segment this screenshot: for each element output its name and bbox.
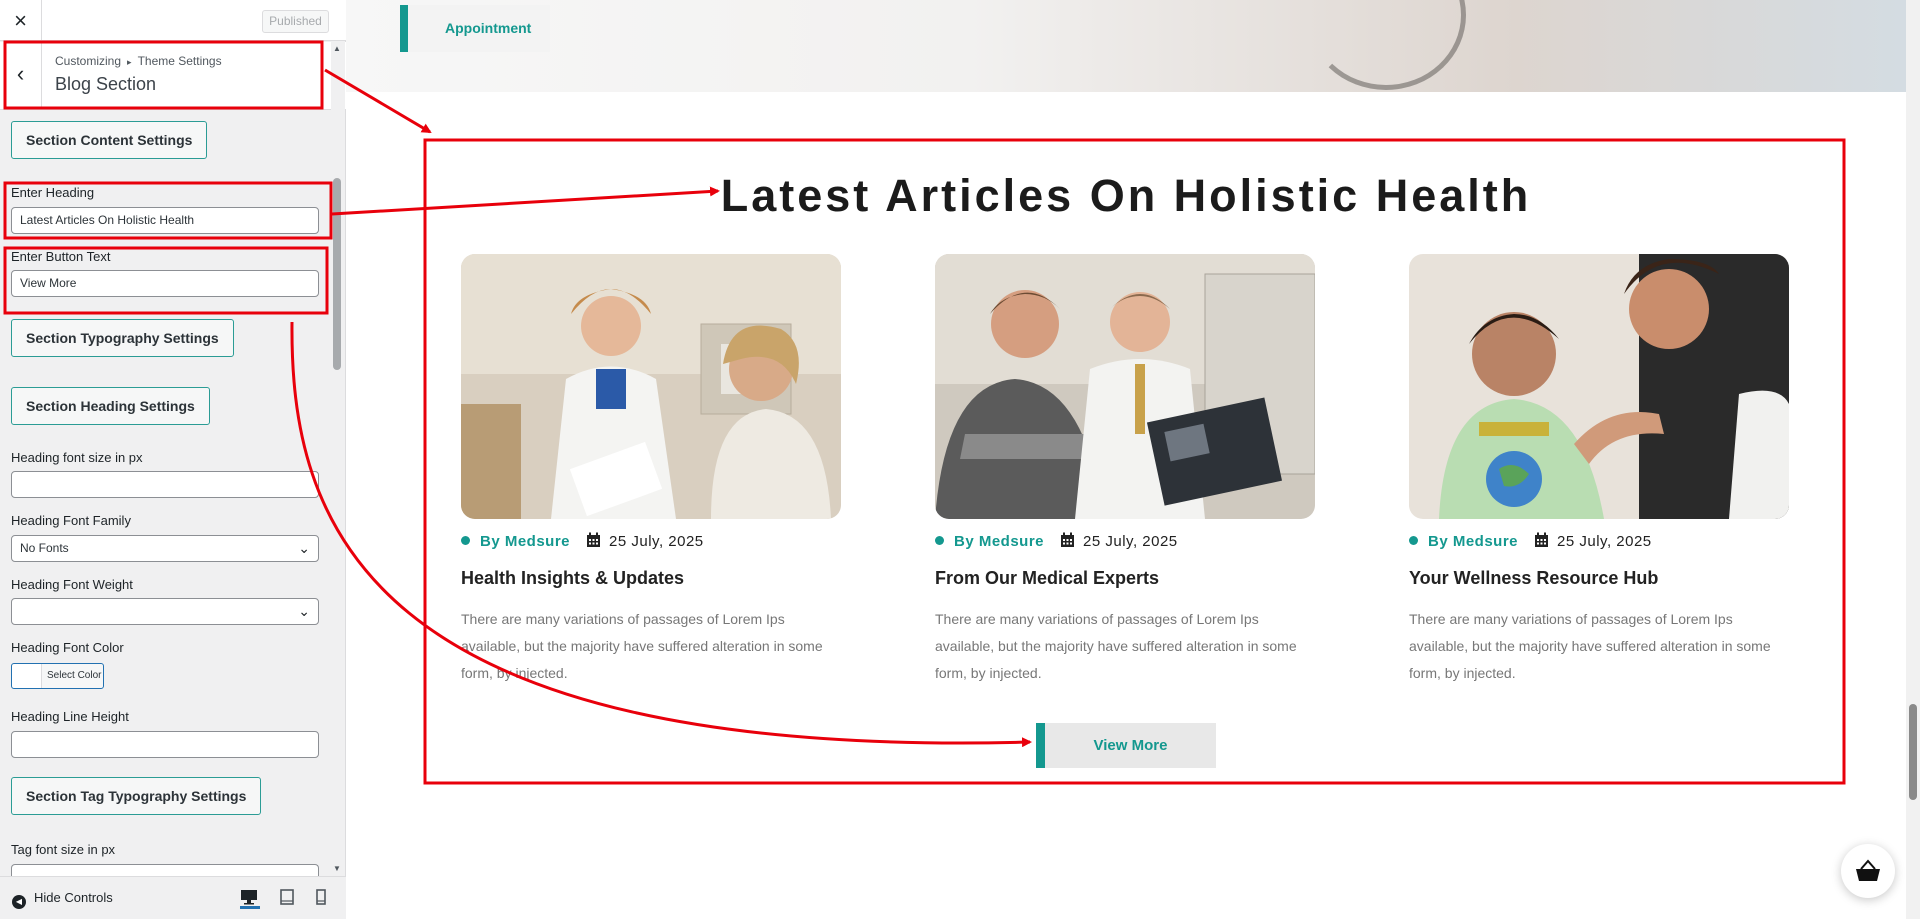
collapse-icon: ◀ [12,895,26,909]
breadcrumb: Customizing ▸ Theme Settings [55,54,222,68]
mobile-preview-icon[interactable] [315,889,335,909]
heading-font-family-value: No Fonts [20,541,69,555]
select-color-label: Select Color [47,670,102,681]
heading-line-height-input[interactable] [11,731,319,758]
heading-font-weight-label: Heading Font Weight [11,577,133,592]
calendar-icon [1534,532,1549,552]
chevron-down-icon: ⌄ [298,603,310,619]
author-dot [1409,536,1418,545]
tag-font-size-label: Tag font size in px [11,842,116,857]
scroll-up-icon[interactable]: ▲ [333,44,341,53]
customizer-sidebar: × Published ‹ Customizing ▸ Theme Settings… [0,0,346,919]
blog-card-author[interactable]: By Medsure [1428,533,1518,550]
blog-card-title[interactable]: Your Wellness Resource Hub [1409,568,1658,589]
blog-card-author[interactable]: By Medsure [480,533,570,550]
view-more-button[interactable]: View More [1036,723,1216,768]
hide-controls-button[interactable]: ◀ Hide Controls [12,890,113,909]
customizer-footer: ◀ Hide Controls [0,876,346,919]
sidebar-scrollbar[interactable] [331,42,345,876]
close-icon[interactable]: × [0,0,42,41]
blog-card-meta: By Medsure 25 July, 2025 [461,532,704,552]
blog-card-excerpt: There are many variations of passages of… [1409,611,1771,681]
button-text-input[interactable]: View More [11,270,319,297]
blog-card-date: 25 July, 2025 [609,533,704,550]
heading-label: Enter Heading [11,185,95,200]
heading-input[interactable]: Latest Articles On Holistic Health [11,207,319,234]
blog-section-heading: Latest Articles On Holistic Health [720,170,1532,221]
preview-scroll-thumb[interactable] [1909,704,1917,800]
section-heading-settings-button[interactable]: Section Heading Settings [11,387,210,425]
hero-image-strip: Appointment [346,0,1906,92]
section-typography-settings-button[interactable]: Section Typography Settings [11,319,234,357]
breadcrumb-separator: ▸ [127,57,132,67]
heading-line-height-label: Heading Line Height [11,709,129,724]
appointment-button[interactable]: Appointment [400,5,550,52]
blog-card-image[interactable] [935,254,1315,519]
select-color-button[interactable]: Select Color [11,663,104,689]
blog-card-image[interactable] [461,254,841,519]
scroll-down-icon[interactable]: ▼ [333,864,341,873]
tag-font-size-input[interactable] [11,864,319,876]
button-text-label: Enter Button Text [11,249,111,264]
blog-card-image[interactable] [1409,254,1789,519]
heading-font-family-select[interactable]: No Fonts ⌄ [11,535,319,562]
blog-card[interactable]: By Medsure 25 July, 2025 Health Insights … [461,254,841,681]
calendar-icon [586,532,601,552]
heading-font-weight-select[interactable]: ⌄ [11,598,319,625]
heading-font-color-label: Heading Font Color [11,640,124,655]
stethoscope-graphic [1306,0,1466,90]
blog-card-excerpt: There are many variations of passages of… [461,611,823,681]
color-swatch [12,664,42,688]
heading-font-size-label: Heading font size in px [11,450,143,465]
breadcrumb-item: Theme Settings [137,54,222,68]
blog-card-title[interactable]: Health Insights & Updates [461,568,684,589]
breadcrumb-item: Customizing [55,54,122,68]
heading-font-family-label: Heading Font Family [11,513,131,528]
section-title: Blog Section [55,74,157,94]
author-dot [935,536,944,545]
blog-card[interactable]: By Medsure 25 July, 2025 Your Wellness Re… [1409,254,1789,681]
blog-card-excerpt: There are many variations of passages of… [935,611,1297,681]
chevron-down-icon: ⌄ [298,540,310,556]
chevron-left-icon[interactable]: ‹ [0,42,42,110]
blog-card[interactable]: By Medsure 25 July, 2025 From Our Medical… [935,254,1315,681]
published-button[interactable]: Published [262,10,329,33]
calendar-icon [1060,532,1075,552]
blog-card-title[interactable]: From Our Medical Experts [935,568,1159,589]
basket-icon[interactable] [1841,844,1895,898]
blog-card-date: 25 July, 2025 [1083,533,1178,550]
sidebar-scroll-thumb[interactable] [333,178,341,370]
tablet-preview-icon[interactable] [279,889,299,909]
blog-card-date: 25 July, 2025 [1557,533,1652,550]
author-dot [461,536,470,545]
hide-controls-label: Hide Controls [34,890,113,905]
section-tag-typography-settings-button[interactable]: Section Tag Typography Settings [11,777,262,815]
blog-card-meta: By Medsure 25 July, 2025 [1409,532,1652,552]
section-content-settings-button[interactable]: Section Content Settings [11,121,208,159]
heading-font-size-input[interactable] [11,471,319,498]
site-preview: Appointment Latest Articles On Holistic … [346,0,1920,919]
customizer-header-bar: × Published [0,0,346,41]
blog-card-author[interactable]: By Medsure [954,533,1044,550]
desktop-preview-icon[interactable] [240,889,260,909]
blog-card-meta: By Medsure 25 July, 2025 [935,532,1178,552]
section-header: ‹ Customizing ▸ Theme Settings Blog Sectio… [0,42,346,110]
